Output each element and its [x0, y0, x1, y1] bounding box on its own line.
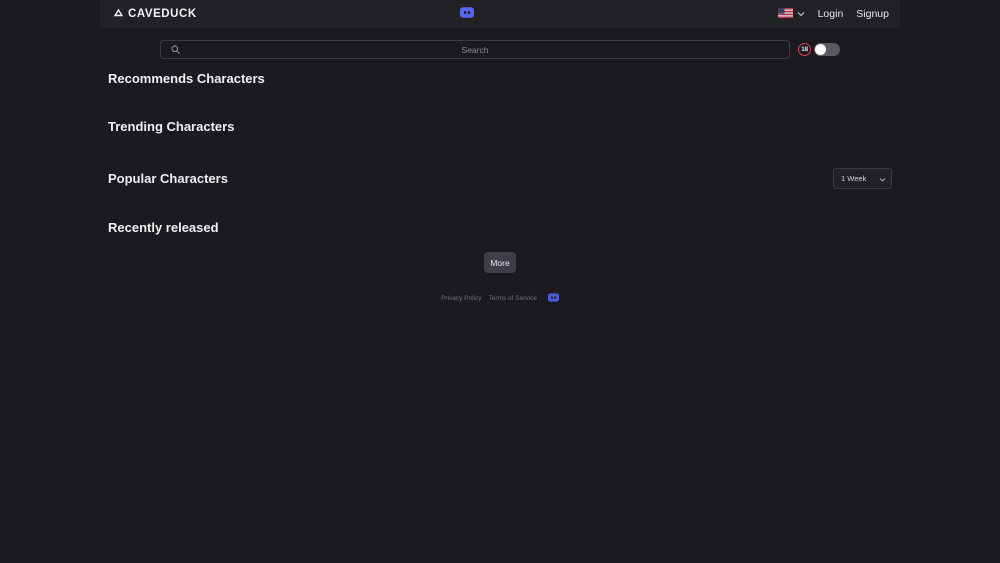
search-input[interactable]: Search [160, 40, 790, 59]
toggle-knob [815, 44, 826, 55]
site-footer: Privacy Policy Terms of Service [0, 289, 1000, 307]
mountain-triangle-icon [113, 5, 124, 23]
section-title-recently-released: Recently released [108, 220, 219, 235]
page-root: CAVEDUCK Login Signup Search 18 Recommen… [0, 0, 1000, 563]
discord-icon [547, 289, 559, 307]
header-discord-link[interactable] [460, 5, 474, 23]
site-header: CAVEDUCK Login Signup [100, 0, 900, 28]
section-title-popular: Popular Characters [108, 171, 228, 186]
nsfw-toggle-group: 18 [798, 43, 840, 56]
us-flag-icon [777, 5, 793, 23]
language-selector[interactable] [777, 5, 805, 23]
logo-text: CAVEDUCK [128, 8, 197, 20]
chevron-down-icon [879, 170, 886, 188]
period-filter-value: 1 Week [841, 174, 867, 183]
popular-characters-row: Popular Characters 1 Week [108, 168, 892, 189]
footer-discord-link[interactable] [547, 289, 559, 307]
discord-icon [460, 5, 474, 23]
search-icon [171, 41, 180, 59]
search-placeholder: Search [461, 44, 489, 55]
age-18-badge[interactable]: 18 [798, 43, 811, 56]
section-title-recommends: Recommends Characters [108, 71, 265, 86]
login-button[interactable]: Login [818, 8, 844, 20]
header-right-controls: Login Signup [777, 5, 889, 23]
nsfw-toggle[interactable] [814, 43, 840, 56]
search-row: Search 18 [160, 40, 840, 59]
period-filter-select[interactable]: 1 Week [833, 168, 892, 189]
chevron-down-icon [797, 5, 805, 23]
privacy-policy-link[interactable]: Privacy Policy [441, 295, 481, 302]
more-button[interactable]: More [484, 252, 516, 273]
terms-of-service-link[interactable]: Terms of Service [489, 295, 537, 302]
signup-button[interactable]: Signup [856, 8, 889, 20]
section-title-trending: Trending Characters [108, 119, 235, 134]
logo-home-link[interactable]: CAVEDUCK [113, 5, 197, 23]
